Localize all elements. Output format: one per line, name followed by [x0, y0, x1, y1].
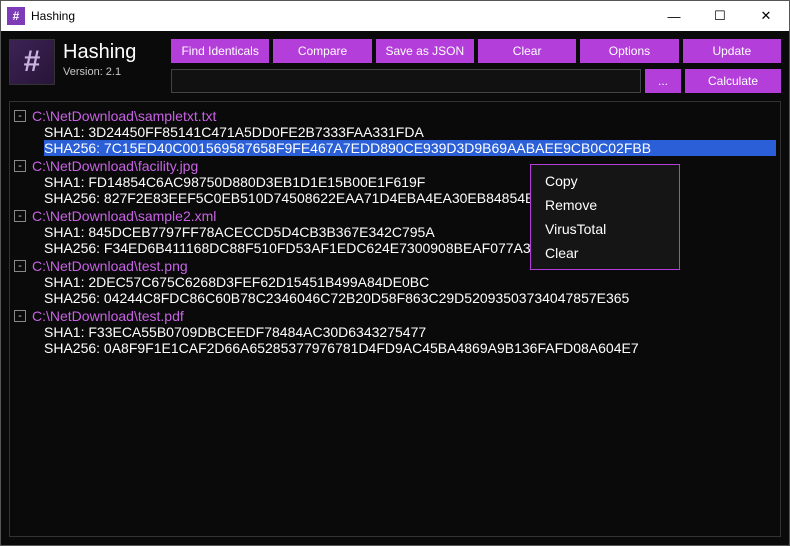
titlebar: # Hashing — ☐ ✕: [1, 1, 789, 31]
app-name-block: Hashing Version: 2.1: [63, 39, 163, 78]
context-menu: Copy Remove VirusTotal Clear: [530, 164, 680, 270]
toolbar: Find Identicals Compare Save as JSON Cle…: [171, 39, 781, 93]
maximize-button[interactable]: ☐: [697, 1, 743, 31]
file-path[interactable]: C:\NetDownload\sample2.xml: [32, 208, 216, 224]
app-logo: #: [9, 39, 55, 85]
hash-line[interactable]: SHA1: F33ECA55B0709DBCEEDF78484AC30D6343…: [44, 324, 776, 340]
collapse-icon[interactable]: -: [14, 260, 26, 272]
file-header[interactable]: -C:\NetDownload\sampletxt.txt: [14, 108, 776, 124]
hash-line[interactable]: SHA256: 7C15ED40C001569587658F9FE467A7ED…: [44, 140, 776, 156]
file-node: -C:\NetDownload\test.pdfSHA1: F33ECA55B0…: [14, 308, 776, 356]
clear-button[interactable]: Clear: [478, 39, 576, 63]
file-path[interactable]: C:\NetDownload\sampletxt.txt: [32, 108, 216, 124]
header-row: # Hashing Version: 2.1 Find Identicals C…: [1, 31, 789, 97]
context-virustotal[interactable]: VirusTotal: [531, 217, 679, 241]
app-icon: #: [7, 7, 25, 25]
file-path[interactable]: C:\NetDownload\test.png: [32, 258, 188, 274]
compare-button[interactable]: Compare: [273, 39, 371, 63]
hash-tree[interactable]: -C:\NetDownload\sampletxt.txtSHA1: 3D244…: [9, 101, 781, 537]
options-button[interactable]: Options: [580, 39, 678, 63]
file-node: -C:\NetDownload\sampletxt.txtSHA1: 3D244…: [14, 108, 776, 156]
toolbar-buttons: Find Identicals Compare Save as JSON Cle…: [171, 39, 781, 63]
file-header[interactable]: -C:\NetDownload\test.pdf: [14, 308, 776, 324]
browse-button[interactable]: ...: [645, 69, 681, 93]
app-body: # Hashing Version: 2.1 Find Identicals C…: [1, 31, 789, 545]
collapse-icon[interactable]: -: [14, 160, 26, 172]
context-copy[interactable]: Copy: [531, 169, 679, 193]
path-input[interactable]: [171, 69, 641, 93]
collapse-icon[interactable]: -: [14, 210, 26, 222]
save-json-button[interactable]: Save as JSON: [376, 39, 474, 63]
hash-line[interactable]: SHA1: 2DEC57C675C6268D3FEF62D15451B499A8…: [44, 274, 776, 290]
context-remove[interactable]: Remove: [531, 193, 679, 217]
hash-line[interactable]: SHA1: 3D24450FF85141C471A5DD0FE2B7333FAA…: [44, 124, 776, 140]
app-window: # Hashing — ☐ ✕ # Hashing Version: 2.1 F…: [0, 0, 790, 546]
input-row: ... Calculate: [171, 69, 781, 93]
collapse-icon[interactable]: -: [14, 310, 26, 322]
file-path[interactable]: C:\NetDownload\facility.jpg: [32, 158, 198, 174]
app-name: Hashing: [63, 41, 163, 64]
collapse-icon[interactable]: -: [14, 110, 26, 122]
hash-line[interactable]: SHA256: 0A8F9F1E1CAF2D66A65285377976781D…: [44, 340, 776, 356]
window-controls: — ☐ ✕: [651, 1, 789, 31]
find-identicals-button[interactable]: Find Identicals: [171, 39, 269, 63]
file-path[interactable]: C:\NetDownload\test.pdf: [32, 308, 184, 324]
minimize-button[interactable]: —: [651, 1, 697, 31]
calculate-button[interactable]: Calculate: [685, 69, 781, 93]
context-clear[interactable]: Clear: [531, 241, 679, 265]
window-title: Hashing: [31, 9, 651, 23]
app-version: Version: 2.1: [63, 66, 163, 78]
close-button[interactable]: ✕: [743, 1, 789, 31]
update-button[interactable]: Update: [683, 39, 781, 63]
hash-line[interactable]: SHA256: 04244C8FDC86C60B78C2346046C72B20…: [44, 290, 776, 306]
